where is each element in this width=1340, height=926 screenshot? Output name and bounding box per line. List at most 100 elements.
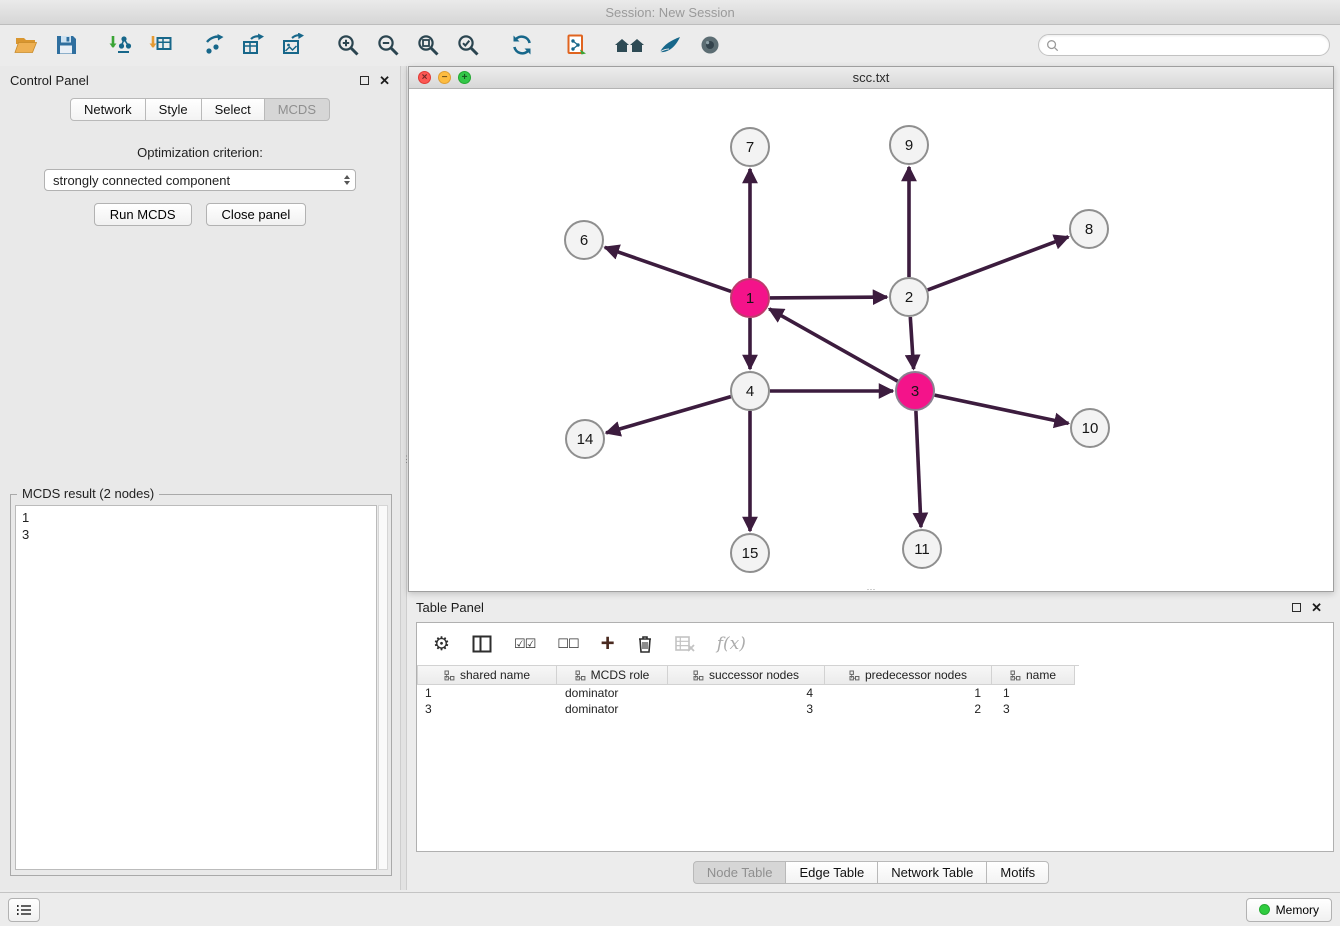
column-type-icon xyxy=(693,670,704,681)
import-table-button[interactable] xyxy=(144,29,176,61)
table-cell[interactable]: dominator xyxy=(557,702,669,716)
clone-network-button[interactable] xyxy=(560,29,592,61)
horizontal-splitter-grip[interactable]: ⋯ xyxy=(867,587,876,592)
svg-text:4: 4 xyxy=(746,383,754,400)
zoom-out-button[interactable] xyxy=(372,29,404,61)
edge-3-10[interactable] xyxy=(935,395,1069,423)
style-brush-icon xyxy=(657,33,683,57)
node-14[interactable]: 14 xyxy=(566,420,604,458)
fx-icon: f(x) xyxy=(717,634,746,654)
table-float-icon[interactable] xyxy=(1292,603,1301,612)
node-3[interactable]: 3 xyxy=(896,372,934,410)
tab-node-table[interactable]: Node Table xyxy=(693,861,787,884)
open-session-button[interactable] xyxy=(10,29,42,61)
edge-2-3[interactable] xyxy=(910,317,913,369)
export-network-button[interactable] xyxy=(198,29,230,61)
tab-style[interactable]: Style xyxy=(145,98,202,121)
function-builder-button[interactable]: f(x) xyxy=(717,634,746,654)
open-folder-icon xyxy=(13,33,39,57)
column-type-icon xyxy=(849,670,860,681)
edge-2-8[interactable] xyxy=(928,237,1069,290)
column-header-shared-name[interactable]: shared name xyxy=(417,666,557,685)
tab-motifs[interactable]: Motifs xyxy=(986,861,1049,884)
table-row[interactable]: 1dominator411 xyxy=(417,685,1079,701)
optimization-select[interactable]: strongly connected component xyxy=(44,169,356,191)
node-9[interactable]: 9 xyxy=(890,126,928,164)
edge-3-1[interactable] xyxy=(769,309,897,381)
table-cell[interactable]: 4 xyxy=(669,686,827,700)
style-brush-button[interactable] xyxy=(654,29,686,61)
mcds-result-title: MCDS result (2 nodes) xyxy=(17,486,159,501)
zoom-in-button[interactable] xyxy=(332,29,364,61)
network-canvas[interactable]: 7 9 6 8 1 2 4 3 14 10 15 11 xyxy=(409,89,1333,591)
zoom-selected-button[interactable] xyxy=(452,29,484,61)
node-4[interactable]: 4 xyxy=(731,372,769,410)
save-session-button[interactable] xyxy=(50,29,82,61)
table-cell[interactable]: dominator xyxy=(557,686,669,700)
memory-button[interactable]: Memory xyxy=(1246,898,1332,922)
close-panel-icon[interactable]: ✕ xyxy=(379,74,390,87)
tab-network[interactable]: Network xyxy=(70,98,146,121)
table-body: 1dominator4113dominator323 xyxy=(417,685,1333,717)
column-header-name[interactable]: name xyxy=(991,666,1075,685)
edge-1-2[interactable] xyxy=(770,297,887,298)
home-panels-button[interactable] xyxy=(614,29,646,61)
result-scrollbar[interactable] xyxy=(378,505,388,870)
network-graph[interactable]: 7 9 6 8 1 2 4 3 14 10 15 11 xyxy=(409,89,1333,591)
edge-4-14[interactable] xyxy=(606,397,731,433)
node-8[interactable]: 8 xyxy=(1070,210,1108,248)
node-15[interactable]: 15 xyxy=(731,534,769,572)
node-6[interactable]: 6 xyxy=(565,221,603,259)
node-1[interactable]: 1 xyxy=(731,279,769,317)
table-cell[interactable]: 1 xyxy=(417,686,557,700)
export-network-icon xyxy=(202,33,226,57)
delete-column-button[interactable] xyxy=(637,635,653,653)
table-settings-button[interactable]: ⚙ xyxy=(433,633,450,656)
vertical-splitter[interactable]: ⋮ xyxy=(400,66,407,890)
table-cell[interactable]: 2 xyxy=(827,702,995,716)
node-11[interactable]: 11 xyxy=(903,530,941,568)
export-table-button[interactable] xyxy=(238,29,270,61)
add-column-button[interactable]: + xyxy=(601,632,615,656)
table-cell[interactable]: 3 xyxy=(417,702,557,716)
zoom-fit-button[interactable] xyxy=(412,29,444,61)
tab-edge-table[interactable]: Edge Table xyxy=(785,861,878,884)
run-mcds-button[interactable]: Run MCDS xyxy=(94,203,192,226)
node-2[interactable]: 2 xyxy=(890,278,928,316)
delete-table-button[interactable] xyxy=(675,636,695,652)
automation-panel-button[interactable] xyxy=(8,898,40,922)
table-panel-header: Table Panel ✕ xyxy=(408,594,1334,618)
table-close-icon[interactable]: ✕ xyxy=(1311,601,1322,614)
edge-1-6[interactable] xyxy=(605,247,731,291)
tab-network-table[interactable]: Network Table xyxy=(877,861,987,884)
close-panel-button[interactable]: Close panel xyxy=(206,203,307,226)
edge-3-11[interactable] xyxy=(916,411,921,527)
search-icon xyxy=(1046,39,1059,52)
table-cell[interactable]: 1 xyxy=(827,686,995,700)
control-panel-tabs: NetworkStyleSelectMCDS xyxy=(0,98,400,121)
node-10[interactable]: 10 xyxy=(1071,409,1109,447)
column-header-predecessor-nodes[interactable]: predecessor nodes xyxy=(824,666,992,685)
table-row[interactable]: 3dominator323 xyxy=(417,701,1079,717)
node-7[interactable]: 7 xyxy=(731,128,769,166)
level-of-detail-button[interactable] xyxy=(694,29,726,61)
svg-text:2: 2 xyxy=(905,289,913,306)
search-input[interactable] xyxy=(1064,38,1322,52)
unselect-all-columns-button[interactable]: ☐☐ xyxy=(557,636,578,652)
select-all-columns-button[interactable]: ☑☑ xyxy=(514,636,535,652)
import-network-button[interactable] xyxy=(104,29,136,61)
column-header-mcds-role[interactable]: MCDS role xyxy=(556,666,668,685)
column-header-successor-nodes[interactable]: successor nodes xyxy=(667,666,825,685)
tab-select[interactable]: Select xyxy=(201,98,265,121)
table-cell[interactable]: 1 xyxy=(995,686,1079,700)
search-box[interactable] xyxy=(1038,34,1330,56)
column-browser-button[interactable] xyxy=(472,635,492,653)
mcds-result-text[interactable]: 1 3 xyxy=(15,505,377,870)
table-cell[interactable]: 3 xyxy=(995,702,1079,716)
export-image-button[interactable] xyxy=(278,29,310,61)
tab-mcds[interactable]: MCDS xyxy=(264,98,330,121)
table-cell[interactable]: 3 xyxy=(669,702,827,716)
float-panel-icon[interactable] xyxy=(360,76,369,85)
refresh-layout-button[interactable] xyxy=(506,29,538,61)
window-titlebar: Session: New Session xyxy=(0,0,1340,25)
